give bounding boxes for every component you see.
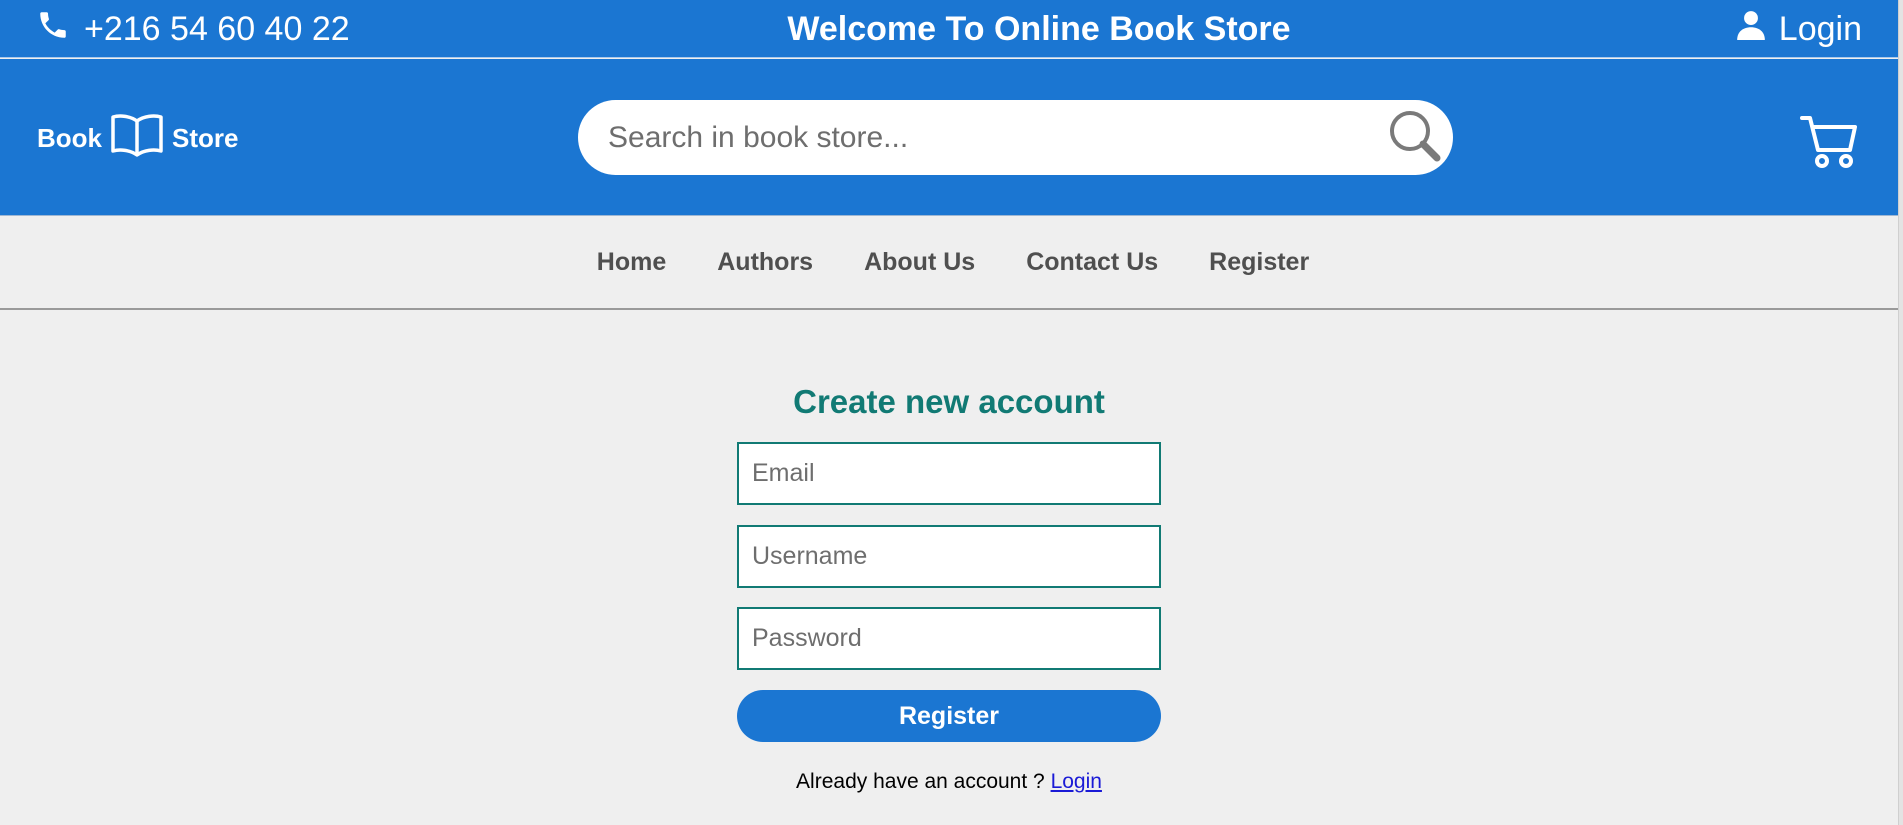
login-link-bottom[interactable]: Login [1051, 770, 1102, 793]
search-button[interactable] [1385, 108, 1445, 168]
already-have-account: Already have an account ? Login [0, 770, 1898, 794]
email-field[interactable] [737, 442, 1161, 505]
nav-item-about-us[interactable]: About Us [864, 248, 975, 277]
page: +216 54 60 40 22 Welcome To Online Book … [0, 0, 1903, 825]
phone-icon [36, 8, 70, 51]
main-nav: Home Authors About Us Contact Us Registe… [0, 217, 1898, 310]
phone-contact: +216 54 60 40 22 [36, 8, 350, 50]
user-icon [1736, 10, 1765, 49]
open-book-icon [110, 113, 164, 164]
password-field[interactable] [737, 607, 1161, 670]
register-button[interactable]: Register [737, 690, 1161, 742]
nav-item-authors[interactable]: Authors [717, 248, 813, 277]
cart-button[interactable] [1800, 114, 1858, 169]
site-logo[interactable]: Book Store [37, 113, 238, 164]
nav-item-contact-us[interactable]: Contact Us [1026, 248, 1158, 277]
search-icon [1387, 108, 1443, 169]
search-input[interactable] [608, 120, 1368, 155]
phone-number: +216 54 60 40 22 [84, 9, 350, 48]
nav-item-register[interactable]: Register [1209, 248, 1309, 277]
top-bar: +216 54 60 40 22 Welcome To Online Book … [0, 0, 1898, 58]
nav-item-home[interactable]: Home [597, 248, 666, 277]
login-link[interactable]: Login [1736, 8, 1862, 50]
already-text: Already have an account ? [796, 770, 1045, 793]
username-field[interactable] [737, 525, 1161, 588]
logo-text-store: Store [172, 123, 239, 153]
scrollbar[interactable] [1898, 0, 1903, 825]
header: Book Store [0, 59, 1898, 216]
search-bar [578, 100, 1453, 175]
cart-icon [1800, 116, 1858, 173]
form-title: Create new account [793, 383, 1105, 420]
login-label: Login [1778, 9, 1862, 48]
logo-text-book: Book [37, 123, 102, 153]
